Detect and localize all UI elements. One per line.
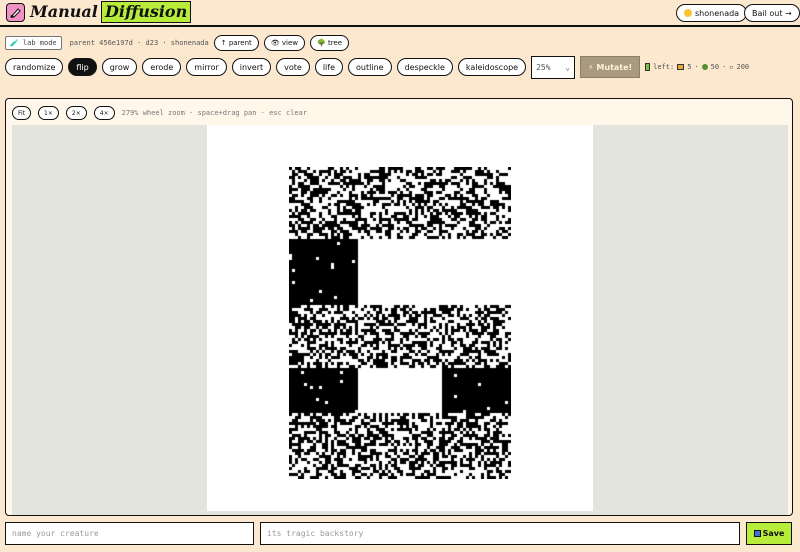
save-button[interactable]: Save [746, 522, 792, 545]
budget-pixels: 200 [736, 63, 750, 71]
tools-toolbar: randomize flip grow erode mirror invert … [5, 55, 749, 79]
creature-info-row: 🧪 lab mode parent 456e197d · d23 · shone… [5, 34, 350, 51]
tool-flip[interactable]: flip [68, 58, 97, 76]
zoom-2x-button[interactable]: 2× [65, 106, 87, 120]
zoom-bar: Fit 1× 2× 4× 279% wheel zoom · space+dra… [12, 106, 307, 120]
tool-erode[interactable]: erode [142, 58, 182, 76]
parent-info-text: parent 456e197d · d23 · shonenada [69, 38, 209, 47]
mutation-strength-select[interactable]: 25% ⌄ [531, 55, 576, 79]
mutate-button[interactable]: ⚡ Mutate! [580, 56, 641, 78]
tree-button[interactable]: 🌳 tree [310, 34, 350, 51]
zoom-fit-button[interactable]: Fit [12, 106, 32, 120]
bail-out-button[interactable]: Bail out → [744, 4, 800, 22]
parent-button[interactable]: ↑ parent [213, 34, 259, 51]
user-profile-button[interactable]: shonenada [676, 4, 748, 22]
pixel-icon: ▫ [729, 63, 734, 71]
tile-icon [677, 64, 685, 70]
view-button[interactable]: 👁 view [263, 34, 306, 51]
app-title-manual: Manual [30, 2, 98, 21]
user-name-label: shonenada [695, 8, 740, 18]
save-label: Save [762, 529, 785, 538]
tool-invert[interactable]: invert [231, 58, 272, 76]
creature-name-input[interactable] [5, 522, 254, 545]
tool-grow[interactable]: grow [101, 58, 138, 76]
battery-icon [645, 63, 651, 71]
canvas-viewport[interactable] [12, 125, 788, 515]
zoom-hint-text: 279% wheel zoom · space+drag pan · esc c… [121, 109, 308, 117]
canvas-panel: Fit 1× 2× 4× 279% wheel zoom · space+dra… [5, 98, 793, 516]
tool-mirror[interactable]: mirror [186, 58, 227, 76]
tool-randomize[interactable]: randomize [5, 58, 64, 76]
budget-dots: 50 [710, 63, 720, 71]
lab-mode-badge: 🧪 lab mode [5, 35, 62, 50]
zoom-4x-button[interactable]: 4× [93, 106, 115, 120]
tool-life[interactable]: life [314, 58, 344, 76]
creature-pixels[interactable] [289, 167, 511, 479]
app-header: Manual Diffusion shonenada Bail out → [0, 0, 800, 27]
tool-despeckle[interactable]: despeckle [396, 58, 453, 76]
creature-backstory-input[interactable] [260, 522, 740, 545]
chevron-down-icon: ⌄ [565, 62, 571, 72]
budget-tiles: 5 [687, 63, 692, 71]
tool-kaleidoscope[interactable]: kaleidoscope [457, 58, 527, 76]
budget-label: left: [653, 63, 675, 71]
tool-outline[interactable]: outline [348, 58, 392, 76]
app-title-diffusion: Diffusion [101, 1, 192, 23]
creature-canvas[interactable] [207, 125, 593, 511]
budget-indicator: left: 5 · 50 · ▫ 200 [645, 63, 749, 71]
floppy-disk-icon [753, 530, 761, 537]
paint-tube-icon [6, 3, 25, 22]
dot-icon [701, 64, 708, 70]
budget-separator: · [722, 63, 727, 71]
mutation-strength-value: 25% [536, 62, 551, 72]
tool-vote[interactable]: vote [276, 58, 310, 76]
budget-separator: · [694, 63, 699, 71]
sun-face-icon [684, 9, 692, 17]
zoom-1x-button[interactable]: 1× [38, 106, 59, 120]
